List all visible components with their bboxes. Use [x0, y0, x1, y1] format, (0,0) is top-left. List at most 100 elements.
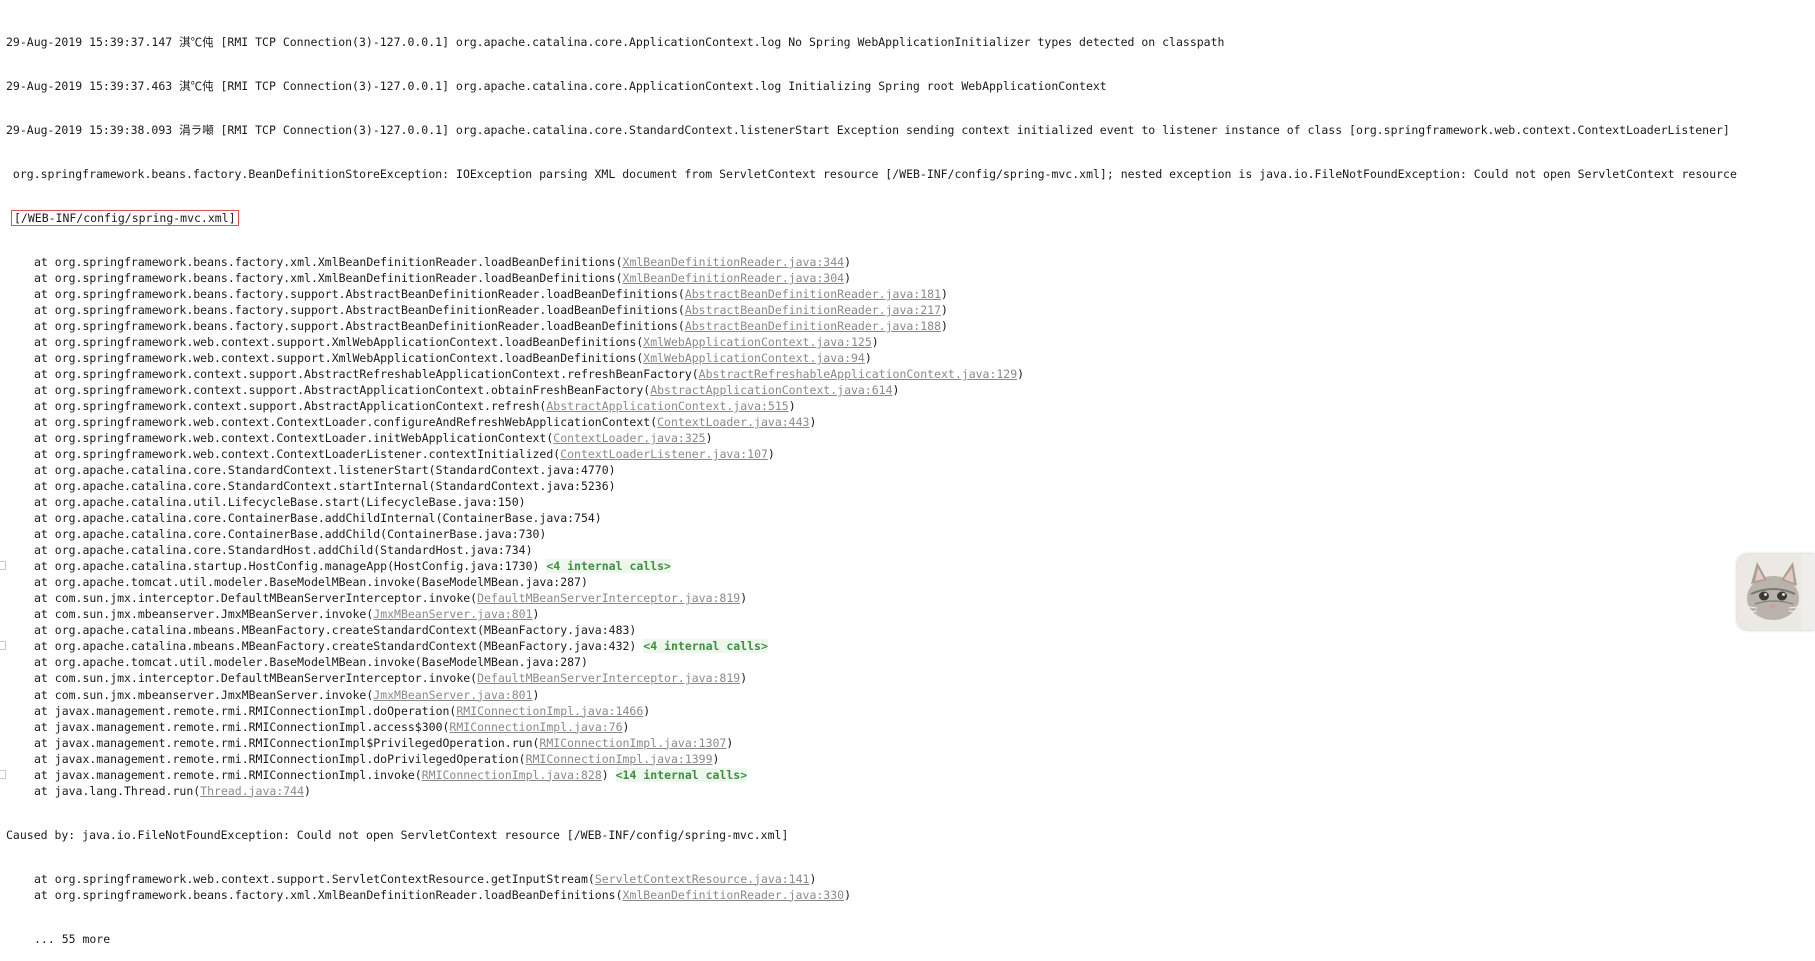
stack-frame-tail: ) [871, 335, 879, 350]
source-file-link[interactable]: Thread.java:744 [200, 784, 304, 798]
source-file-link[interactable]: ServletContextResource.java:141 [595, 872, 810, 886]
source-file-link[interactable]: AbstractBeanDefinitionReader.java:188 [685, 319, 941, 333]
source-file-link[interactable]: JmxMBeanServer.java:801 [373, 607, 532, 621]
source-file-link[interactable]: RMIConnectionImpl.java:1399 [526, 752, 713, 766]
stack-frame: at org.springframework.context.support.A… [0, 398, 1815, 414]
log-line: 29-Aug-2019 15:39:37.147 淇℃伅 [RMI TCP Co… [6, 35, 1225, 49]
source-file-link[interactable]: XmlBeanDefinitionReader.java:304 [623, 271, 845, 285]
source-file-link[interactable]: XmlWebApplicationContext.java:125 [643, 335, 871, 349]
source-file-link[interactable]: ContextLoaderListener.java:107 [560, 447, 768, 461]
stack-frame: at com.sun.jmx.interceptor.DefaultMBeanS… [0, 670, 1815, 686]
stack-frame: at org.springframework.beans.factory.sup… [0, 302, 1815, 318]
stack-frame-text: at com.sun.jmx.mbeanserver.JmxMBeanServe… [34, 687, 374, 702]
stack-frame: at org.springframework.beans.factory.xml… [0, 254, 1815, 270]
stack-frame: at org.springframework.context.support.A… [0, 366, 1815, 382]
stack-frame: at org.apache.catalina.core.StandardCont… [0, 478, 1815, 494]
stack-frame: at javax.management.remote.rmi.RMIConnec… [0, 719, 1815, 735]
stack-frame-text: at org.springframework.web.context.suppo… [34, 335, 644, 350]
stack-frame-tail: ) [601, 767, 616, 782]
stack-frame-tail: ) [740, 671, 748, 686]
kitten-avatar-icon[interactable] [1737, 554, 1815, 630]
source-file-link[interactable]: RMIConnectionImpl.java:76 [449, 720, 622, 734]
stack-frame-tail: ) [941, 287, 948, 302]
source-file-link[interactable]: AbstractBeanDefinitionReader.java:217 [685, 303, 941, 317]
stack-frame-tail: ) [941, 319, 948, 334]
stack-frame-text: at org.springframework.beans.factory.sup… [34, 287, 685, 302]
fold-marker-icon[interactable] [0, 561, 6, 571]
stack-frame: at org.apache.catalina.core.StandardCont… [0, 462, 1815, 478]
source-file-link[interactable]: DefaultMBeanServerInterceptor.java:819 [477, 591, 740, 605]
stack-frame-text: at org.apache.catalina.mbeans.MBeanFacto… [34, 639, 644, 654]
source-file-link[interactable]: AbstractRefreshableApplicationContext.ja… [699, 367, 1018, 381]
source-file-link[interactable]: ContextLoader.java:325 [553, 431, 705, 445]
stack-frame: at org.springframework.web.context.Conte… [0, 414, 1815, 430]
stack-frame: at javax.management.remote.rmi.RMIConnec… [0, 767, 1815, 783]
internal-calls-toggle[interactable]: <4 internal calls> [643, 639, 768, 654]
fold-marker-icon[interactable] [0, 641, 6, 651]
source-file-link[interactable]: AbstractApplicationContext.java:614 [650, 383, 892, 397]
stack-frame: at org.apache.catalina.mbeans.MBeanFacto… [0, 622, 1815, 638]
internal-calls-toggle[interactable]: <14 internal calls> [615, 767, 748, 782]
stack-frame-tail: ) [941, 303, 948, 318]
stack-frame-text: at org.apache.catalina.util.LifecycleBas… [34, 495, 526, 510]
source-file-link[interactable]: XmlBeanDefinitionReader.java:330 [623, 888, 845, 902]
stack-frame: at java.lang.Thread.run(Thread.java:744) [0, 783, 1815, 799]
stack-frame-text: at org.apache.catalina.core.StandardCont… [34, 463, 616, 478]
stack-frame-tail: ) [705, 431, 713, 446]
stack-frame-tail: ) [767, 447, 775, 462]
stack-frame-text: at org.apache.catalina.core.StandardHost… [34, 543, 533, 558]
caused-by-line: Caused by: java.io.FileNotFoundException… [6, 827, 789, 842]
stack-frame-tail: ) [809, 871, 817, 886]
source-file-link[interactable]: DefaultMBeanServerInterceptor.java:819 [477, 671, 740, 685]
stack-frame-text: at org.springframework.web.context.Conte… [34, 415, 658, 430]
source-file-link[interactable]: ContextLoader.java:443 [657, 415, 809, 429]
stack-frame-text: at java.lang.Thread.run( [34, 783, 201, 798]
stack-frame-text: at javax.management.remote.rmi.RMIConnec… [34, 719, 450, 734]
source-file-link[interactable]: RMIConnectionImpl.java:1307 [539, 736, 726, 750]
stack-frame-tail: ) [809, 415, 817, 430]
stack-frame-text: at org.springframework.beans.factory.sup… [34, 303, 685, 318]
stack-frame-text: at javax.management.remote.rmi.RMIConnec… [34, 703, 457, 718]
stack-frame-text: at com.sun.jmx.interceptor.DefaultMBeanS… [34, 671, 478, 686]
source-file-link[interactable]: JmxMBeanServer.java:801 [373, 688, 532, 702]
stack-frame-text: at org.springframework.web.context.Conte… [34, 431, 554, 446]
stack-frame-text: at org.springframework.web.context.suppo… [34, 871, 595, 886]
stack-frame-tail: ) [643, 703, 651, 718]
stack-frame-text: at org.apache.catalina.mbeans.MBeanFacto… [34, 623, 637, 638]
stack-frame: at org.springframework.beans.factory.xml… [0, 887, 1815, 903]
stack-trace: at org.springframework.beans.factory.xml… [0, 254, 1815, 799]
source-file-link[interactable]: RMIConnectionImpl.java:1466 [456, 704, 643, 718]
stack-frame-text: at javax.management.remote.rmi.RMIConnec… [34, 735, 540, 750]
highlighted-resource-path: [/WEB-INF/config/spring-mvc.xml] [11, 210, 239, 227]
stack-frame-text: at org.apache.catalina.core.ContainerBas… [34, 511, 602, 526]
source-file-link[interactable]: RMIConnectionImpl.java:828 [422, 768, 602, 782]
stack-frame-tail: ) [712, 751, 720, 766]
source-file-link[interactable]: XmlBeanDefinitionReader.java:344 [623, 255, 845, 269]
log-line: 29-Aug-2019 15:39:37.463 淇℃伅 [RMI TCP Co… [6, 79, 1107, 94]
stack-frame: at org.apache.tomcat.util.modeler.BaseMo… [0, 654, 1815, 670]
stack-frame-text: at org.apache.catalina.core.StandardCont… [34, 479, 616, 494]
stack-frame-tail: ) [622, 719, 630, 734]
stack-frame: at org.apache.catalina.core.ContainerBas… [0, 510, 1815, 526]
exception-line: org.springframework.beans.factory.BeanDe… [6, 167, 1737, 182]
stack-frame-text: at javax.management.remote.rmi.RMIConnec… [34, 767, 422, 782]
exception-line-continuation: [/WEB-INF/config/spring-mvc.xml] [0, 210, 1815, 227]
stack-frame-text: at org.springframework.context.support.A… [34, 383, 651, 398]
stack-frame: at org.apache.catalina.core.ContainerBas… [0, 526, 1815, 542]
stack-frame-text: at org.springframework.beans.factory.sup… [34, 319, 685, 334]
stack-frame: at org.springframework.beans.factory.sup… [0, 286, 1815, 302]
stack-frame: at org.springframework.web.context.Conte… [0, 430, 1815, 446]
source-file-link[interactable]: AbstractApplicationContext.java:515 [546, 399, 788, 413]
stack-frame: at org.springframework.web.context.Conte… [0, 446, 1815, 462]
stack-frame: at org.apache.catalina.startup.HostConfi… [0, 558, 1815, 574]
stack-frame-tail: ) [532, 607, 540, 622]
internal-calls-toggle[interactable]: <4 internal calls> [546, 559, 671, 574]
stack-frame-text: at org.springframework.beans.factory.xml… [34, 887, 623, 902]
source-file-link[interactable]: AbstractBeanDefinitionReader.java:181 [685, 287, 941, 301]
stack-frame-text: at org.apache.tomcat.util.modeler.BaseMo… [34, 655, 588, 670]
source-file-link[interactable]: XmlWebApplicationContext.java:94 [643, 351, 865, 365]
fold-marker-icon[interactable] [0, 769, 6, 779]
stack-frame-text: at org.springframework.beans.factory.xml… [34, 255, 623, 270]
stack-frame-tail: ) [892, 383, 900, 398]
stack-frame: at javax.management.remote.rmi.RMIConnec… [0, 735, 1815, 751]
